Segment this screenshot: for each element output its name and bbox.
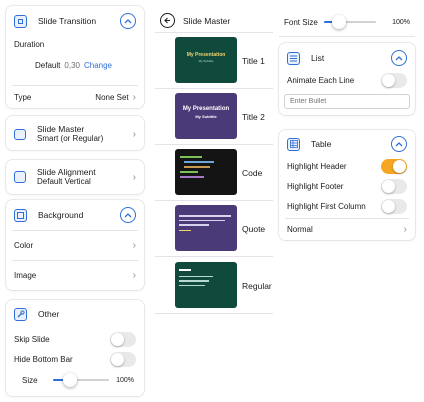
- slide-alignment-icon: [14, 171, 26, 183]
- master-label-code[interactable]: Code: [242, 168, 262, 178]
- master-label-title-2[interactable]: Title 2: [242, 112, 265, 122]
- list-icon: [287, 51, 300, 65]
- background-header[interactable]: Background: [6, 206, 144, 224]
- background-card: Background Color › Image ›: [6, 200, 144, 290]
- master-thumb-quote[interactable]: [175, 205, 237, 251]
- chevron-right-icon: ›: [132, 128, 136, 140]
- table-header[interactable]: Table: [279, 135, 415, 153]
- master-label-title-1[interactable]: Title 1: [242, 56, 265, 66]
- hide-bottom-bar-label: Hide Bottom Bar: [14, 354, 73, 364]
- type-label: Type: [14, 92, 32, 102]
- thumb-title-text: My Presentation: [182, 106, 230, 112]
- collapse-chevron-icon[interactable]: [391, 50, 407, 66]
- table-style-row[interactable]: Normal ›: [279, 222, 415, 236]
- quote-lines-graphic: [179, 215, 231, 231]
- highlight-header-toggle[interactable]: [381, 158, 407, 174]
- slide-master-icon: [14, 128, 26, 140]
- other-card: Other Skip Slide Hide Bottom Bar Size 10…: [6, 300, 144, 396]
- animate-each-line-toggle[interactable]: [381, 72, 407, 88]
- size-label: Size: [22, 375, 38, 385]
- slide-transition-header[interactable]: Slide Transition: [6, 11, 144, 31]
- background-color-row[interactable]: Color ›: [6, 238, 144, 252]
- master-thumb-regular[interactable]: [175, 262, 237, 308]
- chevron-right-icon: ›: [403, 223, 407, 235]
- highlight-first-column-toggle[interactable]: [381, 198, 407, 214]
- list-card: List Animate Each Line: [279, 43, 415, 115]
- highlight-footer-label: Highlight Footer: [287, 181, 344, 191]
- chevron-right-icon: ›: [132, 269, 136, 281]
- thumb-subtitle-text: My Subtitle: [198, 59, 214, 63]
- hide-bottom-bar-toggle[interactable]: [110, 351, 136, 367]
- slide-transition-card: Slide Transition Duration Default 0,30 C…: [6, 6, 144, 108]
- duration-label: Duration: [14, 39, 45, 49]
- chevron-right-icon: ›: [132, 239, 136, 251]
- slide-master-card[interactable]: Slide Master Smart (or Regular) ›: [6, 116, 144, 150]
- highlight-footer-toggle[interactable]: [381, 178, 407, 194]
- slide-master-title: Slide Master: [37, 124, 85, 134]
- slide-transition-title: Slide Transition: [38, 16, 97, 26]
- bullet-input[interactable]: [284, 94, 410, 109]
- slide-alignment-value: Default Vertical: [37, 177, 91, 186]
- background-title: Background: [38, 210, 84, 220]
- table-style-value: Normal: [287, 224, 313, 234]
- type-value: None Set: [95, 92, 129, 102]
- highlight-header-label: Highlight Header: [287, 161, 347, 171]
- background-image-row[interactable]: Image ›: [6, 268, 144, 282]
- slide-master-value: Smart (or Regular): [37, 134, 104, 143]
- font-size-value: 100%: [392, 18, 410, 26]
- master-thumb-title-2[interactable]: My Presentation My Subtitle: [175, 93, 237, 139]
- slide-alignment-title: Slide Alignment: [37, 167, 96, 177]
- master-label-quote[interactable]: Quote: [242, 224, 265, 234]
- master-label-regular[interactable]: Regular: [242, 281, 272, 291]
- size-slider-knob[interactable]: [62, 373, 77, 387]
- thumb-title-text: My Presentation: [186, 52, 226, 58]
- highlight-first-column-label: Highlight First Column: [287, 201, 366, 211]
- collapse-chevron-icon[interactable]: [391, 136, 407, 152]
- font-size-label: Font Size: [284, 17, 318, 27]
- background-icon: [14, 208, 27, 222]
- font-size-slider[interactable]: [323, 15, 376, 29]
- regular-lines-graphic: [179, 269, 213, 286]
- size-value: 100%: [116, 376, 134, 384]
- slide-alignment-card[interactable]: Slide Alignment Default Vertical ›: [6, 160, 144, 194]
- wrench-icon: [14, 307, 27, 321]
- other-title: Other: [38, 309, 60, 319]
- thumb-subtitle-text: My Subtitle: [195, 114, 217, 119]
- change-duration-button[interactable]: Change: [84, 61, 112, 70]
- image-label: Image: [14, 270, 37, 280]
- back-arrow-icon[interactable]: [160, 13, 175, 28]
- font-size-slider-knob[interactable]: [331, 15, 346, 29]
- code-lines-graphic: [180, 156, 214, 178]
- list-header[interactable]: List: [279, 49, 415, 67]
- slide-master-panel-title: Slide Master: [183, 15, 231, 26]
- master-thumb-code[interactable]: [175, 149, 237, 195]
- size-slider[interactable]: [52, 373, 109, 387]
- master-thumb-title-1[interactable]: My Presentation My Subtitle: [175, 37, 237, 83]
- list-title: List: [311, 53, 325, 63]
- collapse-chevron-icon[interactable]: [120, 13, 136, 29]
- animate-each-line-label: Animate Each Line: [287, 75, 355, 85]
- skip-slide-label: Skip Slide: [14, 334, 50, 344]
- chevron-right-icon: ›: [132, 171, 136, 183]
- transition-icon: [14, 14, 27, 28]
- collapse-chevron-icon[interactable]: [120, 207, 136, 223]
- chevron-right-icon: ›: [132, 91, 136, 103]
- skip-slide-toggle[interactable]: [110, 331, 136, 347]
- table-title: Table: [311, 139, 332, 149]
- font-size-row: Font Size 100%: [284, 14, 410, 30]
- color-label: Color: [14, 240, 34, 250]
- duration-default-label: Default: [35, 60, 61, 70]
- table-icon: [287, 137, 300, 151]
- table-card: Table Highlight Header Highlight Footer …: [279, 130, 415, 240]
- duration-value: 0,30: [64, 60, 80, 70]
- transition-type-row[interactable]: Type None Set ›: [6, 89, 144, 105]
